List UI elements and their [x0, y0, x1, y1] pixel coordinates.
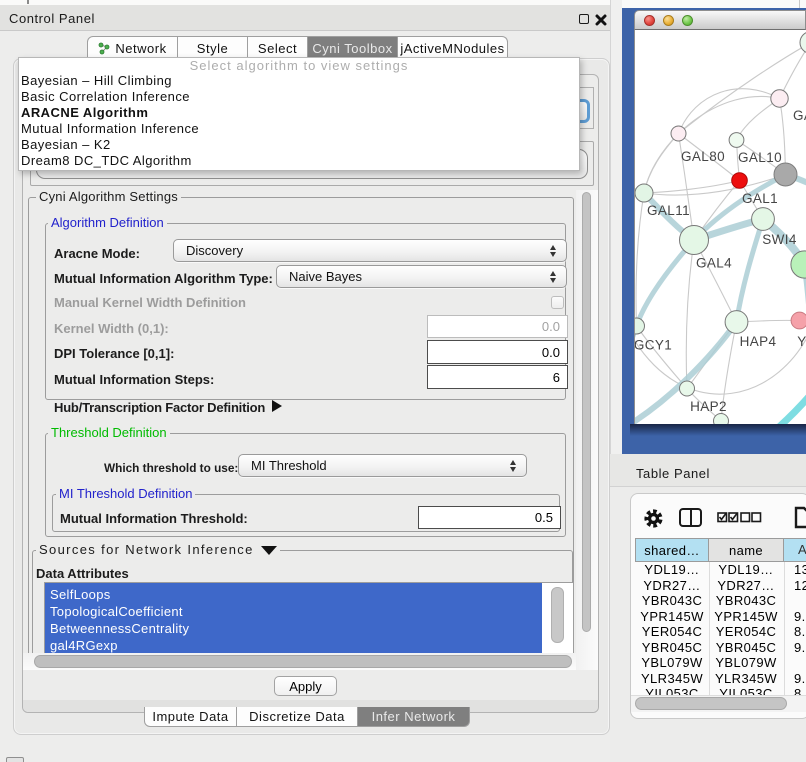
svg-text:HAP4: HAP4 [740, 334, 777, 349]
svg-text:GAL10: GAL10 [738, 150, 782, 165]
svg-text:HAP2: HAP2 [690, 399, 727, 414]
svg-text:GCY1: GCY1 [635, 338, 672, 353]
svg-text:GAL11: GAL11 [647, 203, 690, 218]
svg-text:GAL: GAL [793, 108, 806, 123]
svg-text:Y: Y [797, 334, 806, 349]
svg-text:GAL4: GAL4 [696, 256, 732, 271]
svg-text:SWI4: SWI4 [762, 232, 797, 247]
svg-text:GAL80: GAL80 [681, 149, 725, 164]
svg-text:GAL1: GAL1 [742, 191, 778, 206]
